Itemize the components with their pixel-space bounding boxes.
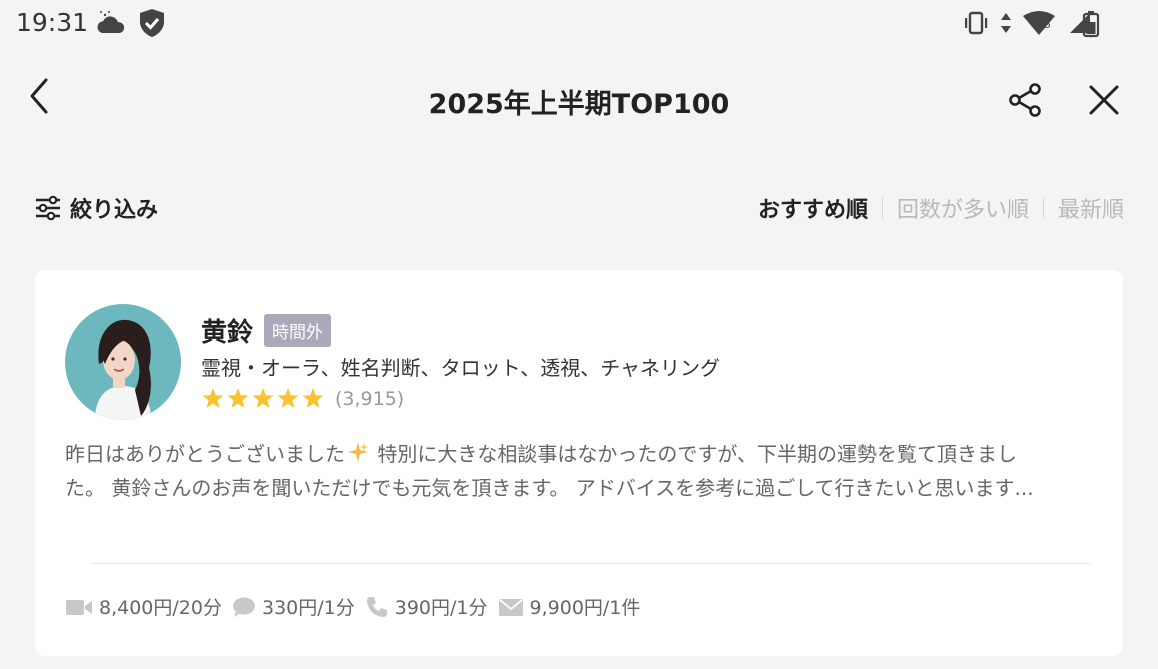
status-badge: 時間外 — [264, 314, 331, 347]
sliders-icon — [36, 195, 60, 221]
review-text-part: 特別に大きな相談事はなかったのですが、下半期の運勢を覧て頂きまし — [371, 442, 1017, 466]
faded-text — [65, 520, 245, 526]
star-icon — [277, 388, 299, 408]
sort-divider — [881, 197, 883, 219]
chat-icon — [232, 597, 255, 617]
star-icon — [302, 388, 324, 408]
header: 2025年上半期TOP100 — [0, 62, 1158, 138]
status-icons: 5 — [962, 10, 1092, 40]
phone-icon — [366, 596, 387, 617]
review-text-part: 昨日はありがとうございました — [65, 442, 345, 466]
sparkle-icon — [347, 440, 369, 472]
sort-tabs: おすすめ順 回数が多い順 最新順 — [758, 192, 1124, 224]
price-video: 8,400円/20分 — [65, 593, 222, 620]
price-text: 390円/1分 — [394, 597, 488, 619]
star-icon — [202, 388, 224, 408]
mail-icon — [498, 598, 523, 616]
vibrate-icon — [962, 11, 990, 39]
share-icon — [1009, 83, 1041, 117]
review-text: 昨日はありがとうございました 特別に大きな相談事はなかったのですが、下半期の運勢… — [65, 438, 1095, 504]
price-text: 330円/1分 — [261, 597, 355, 619]
review-count: (3,915) — [335, 388, 405, 410]
video-icon — [66, 599, 92, 615]
wifi-badge: 5 — [1044, 18, 1051, 31]
star-rating — [202, 388, 324, 408]
sort-divider — [1042, 197, 1044, 219]
review-line: た。 黄鈴さんのお声を聞いただけでも元気を頂きます。 アドバイスを参考に過ごして… — [65, 476, 1034, 500]
wifi-icon: 5 — [1022, 10, 1056, 40]
price-phone: 390円/1分 — [365, 593, 488, 620]
card-divider — [91, 563, 1091, 564]
star-icon — [252, 388, 274, 408]
price-list: 8,400円/20分 330円/1分 390円/1分 9,900円/1件 — [65, 593, 650, 620]
data-arrows-icon — [1000, 11, 1012, 39]
close-button[interactable] — [1084, 80, 1124, 120]
status-bar: 19:31 5 — [0, 0, 1158, 48]
page-title: 2025年上半期TOP100 — [428, 89, 730, 120]
rating: (3,915) — [201, 387, 404, 411]
share-button[interactable] — [1006, 80, 1046, 120]
sort-tab-recommended[interactable]: おすすめ順 — [758, 192, 868, 224]
battery-icon — [1082, 10, 1100, 42]
avatar[interactable] — [65, 304, 181, 420]
cloud-icon — [96, 9, 126, 41]
review-line: 昨日はありがとうございました 特別に大きな相談事はなかったのですが、下半期の運勢… — [65, 438, 1095, 472]
price-text: 8,400円/20分 — [99, 597, 222, 619]
teller-name: 黄鈴 — [201, 318, 254, 348]
price-mail: 9,900円/1件 — [498, 593, 641, 620]
specialties: 霊視・オーラ、姓名判断、タロット、透視、チャネリング — [201, 356, 720, 380]
sort-tab-newest[interactable]: 最新順 — [1058, 192, 1124, 224]
star-icon — [227, 388, 249, 408]
price-text: 9,900円/1件 — [529, 597, 641, 619]
filter-label: 絞り込み — [70, 198, 159, 223]
fortune-teller-card[interactable]: 黄鈴 時間外 霊視・オーラ、姓名判断、タロット、透視、チャネリング (3,915… — [35, 270, 1123, 656]
price-chat: 330円/1分 — [232, 593, 355, 620]
sort-tab-most-count[interactable]: 回数が多い順 — [897, 192, 1029, 224]
status-time: 19:31 — [16, 8, 89, 37]
filter-row: 絞り込み おすすめ順 回数が多い順 最新順 — [0, 184, 1158, 232]
filter-button[interactable]: 絞り込み — [34, 192, 158, 224]
close-icon — [1089, 85, 1119, 115]
shield-icon — [138, 8, 166, 42]
